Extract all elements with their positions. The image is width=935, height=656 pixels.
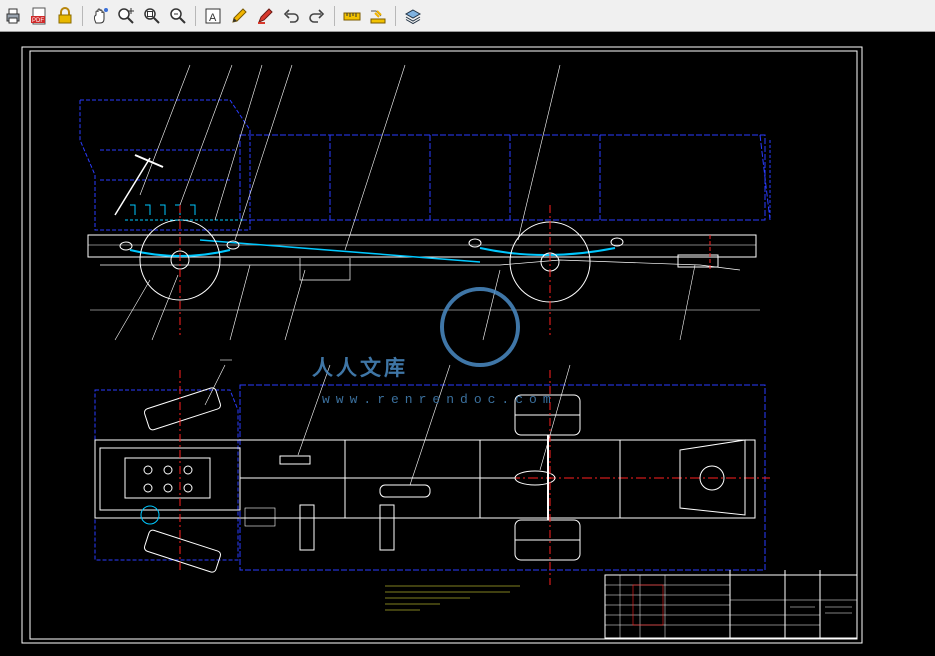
technical-notes: [385, 585, 520, 611]
print-button[interactable]: [2, 5, 24, 27]
pan-button[interactable]: [89, 5, 111, 27]
side-view: [79, 64, 771, 341]
zoom-extents-icon: [170, 7, 186, 24]
toolbar-separator: [334, 5, 335, 26]
zoom-window-icon: [144, 7, 160, 24]
pan-icon: [94, 7, 108, 23]
text-icon: A: [205, 8, 221, 24]
top-view: [94, 359, 770, 585]
undo-button[interactable]: [280, 5, 302, 27]
measure-icon: [343, 12, 361, 20]
lock-icon: [58, 6, 72, 23]
inner-frame: [29, 50, 858, 640]
layers-button[interactable]: [402, 5, 424, 27]
toolbar: PDF A: [0, 0, 935, 32]
layers-icon: [404, 8, 422, 24]
outer-frame: [21, 46, 863, 644]
toolbar-separator: [395, 5, 396, 26]
redo-button[interactable]: [306, 5, 328, 27]
svg-text:PDF: PDF: [32, 18, 44, 24]
text-button[interactable]: A: [202, 5, 224, 27]
measure-area-button[interactable]: [367, 5, 389, 27]
toolbar-separator: [195, 5, 196, 26]
measure-area-icon: [370, 9, 386, 23]
zoom-extents-button[interactable]: [167, 5, 189, 27]
pencil-button[interactable]: [228, 5, 250, 27]
pdf-export-icon: PDF: [31, 7, 46, 24]
redo-icon: [309, 8, 325, 23]
markup-pen-icon: [258, 7, 273, 24]
pdf-export-button[interactable]: PDF: [28, 5, 50, 27]
drawing-canvas[interactable]: 人人文库 www.renrendoc.com: [0, 32, 935, 652]
zoom-in-icon: [118, 7, 134, 24]
cad-drawing: [21, 46, 863, 644]
markup-pen-button[interactable]: [254, 5, 276, 27]
undo-icon: [283, 8, 299, 23]
toolbar-separator: [82, 5, 83, 26]
svg-text:A: A: [209, 12, 217, 24]
pencil-icon: [232, 7, 247, 23]
measure-button[interactable]: [341, 5, 363, 27]
print-icon: [6, 8, 20, 23]
title-block: [604, 570, 858, 639]
zoom-window-button[interactable]: [141, 5, 163, 27]
lock-button[interactable]: [54, 5, 76, 27]
zoom-in-button[interactable]: [115, 5, 137, 27]
